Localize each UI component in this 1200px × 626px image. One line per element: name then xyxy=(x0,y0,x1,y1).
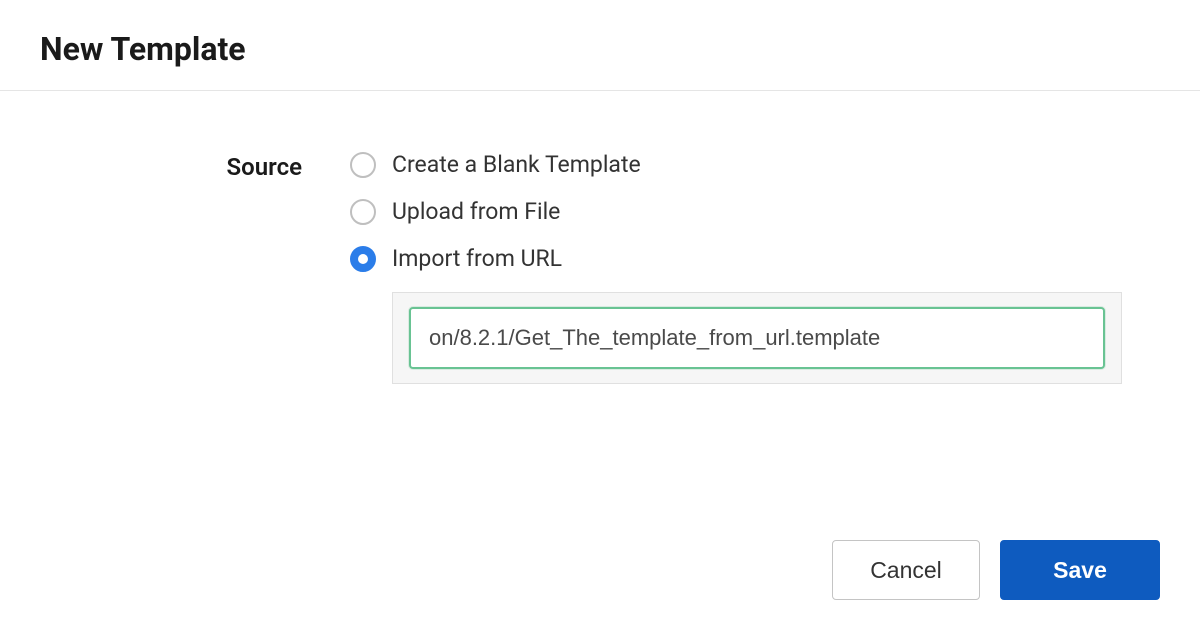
radio-icon xyxy=(350,152,376,178)
radio-label-upload: Upload from File xyxy=(392,198,560,225)
radio-import-url[interactable]: Import from URL xyxy=(350,245,1160,272)
radio-icon xyxy=(350,199,376,225)
source-label: Source xyxy=(40,151,350,181)
source-options: Create a Blank Template Upload from File… xyxy=(350,151,1160,394)
url-input-container xyxy=(392,292,1122,384)
new-template-modal: New Template Source Create a Blank Templ… xyxy=(0,0,1200,626)
modal-footer: Cancel Save xyxy=(832,540,1160,600)
modal-title: New Template xyxy=(40,30,1160,68)
modal-header: New Template xyxy=(0,0,1200,91)
radio-upload-file[interactable]: Upload from File xyxy=(350,198,1160,225)
url-input[interactable] xyxy=(409,307,1105,369)
radio-label-blank: Create a Blank Template xyxy=(392,151,641,178)
radio-blank-template[interactable]: Create a Blank Template xyxy=(350,151,1160,178)
cancel-button[interactable]: Cancel xyxy=(832,540,980,600)
radio-label-import: Import from URL xyxy=(392,245,562,272)
source-form-row: Source Create a Blank Template Upload fr… xyxy=(40,151,1160,394)
save-button[interactable]: Save xyxy=(1000,540,1160,600)
radio-icon-selected xyxy=(350,246,376,272)
modal-body: Source Create a Blank Template Upload fr… xyxy=(0,91,1200,434)
